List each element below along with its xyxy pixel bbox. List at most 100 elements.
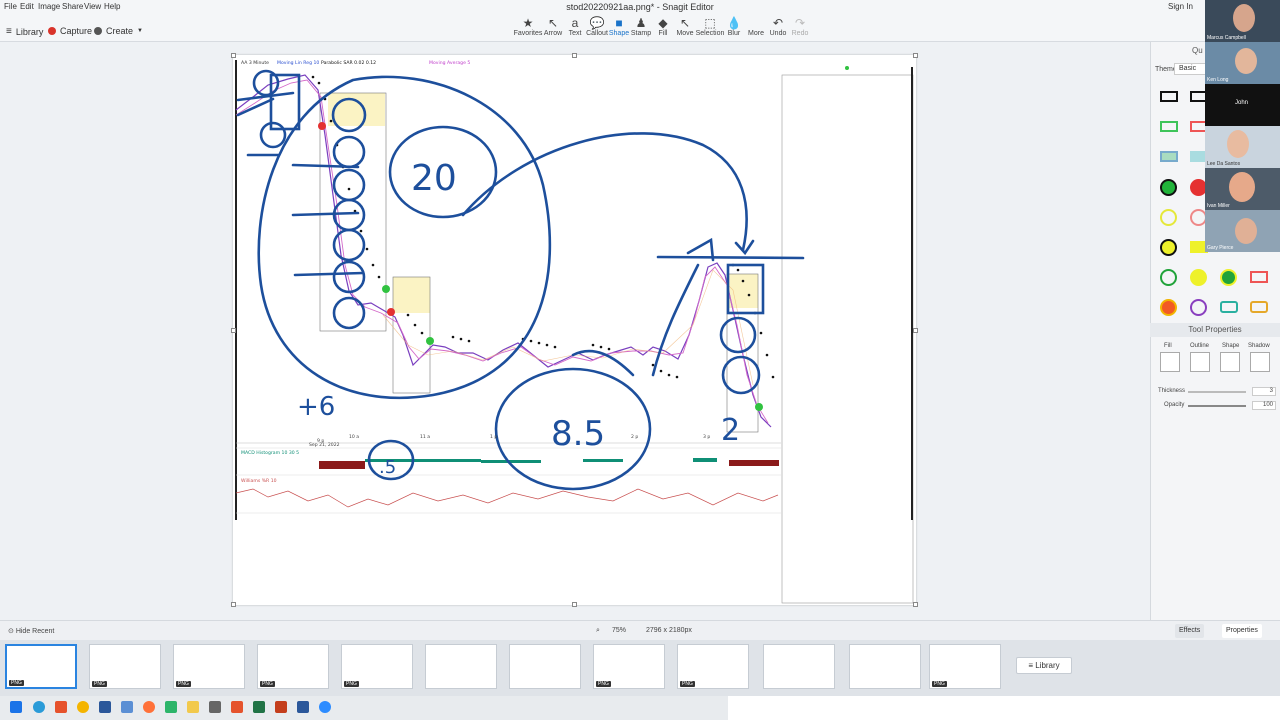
png-badge: PNG [680, 681, 695, 687]
style-swatch[interactable] [1160, 299, 1177, 316]
time-tick: 1 p [490, 434, 497, 440]
thumbnail[interactable]: PNG [89, 644, 161, 689]
style-swatch[interactable] [1220, 301, 1238, 313]
thumbnail[interactable] [849, 644, 921, 689]
video-tile[interactable]: Ken Long [1205, 42, 1280, 84]
resize-handle[interactable] [913, 328, 918, 333]
zoom-app-icon[interactable] [319, 701, 331, 713]
chrome-icon[interactable] [77, 701, 89, 713]
png-badge: PNG [176, 681, 191, 687]
tool-properties-label: Tool Properties [1188, 325, 1242, 334]
hide-recent-button[interactable]: ⊙ Hide Recent [8, 627, 54, 635]
video-tile[interactable]: John [1205, 84, 1280, 126]
zoom-select[interactable]: 75% [612, 627, 626, 634]
quick-styles-header: Qu [1192, 46, 1203, 55]
legend-item: Moving Average 5 [429, 60, 470, 66]
annotation-8-5: 8.5 [551, 414, 605, 454]
resize-handle[interactable] [913, 53, 918, 58]
calculator-icon[interactable] [121, 701, 133, 713]
png-badge: PNG [596, 681, 611, 687]
style-swatch[interactable] [1160, 239, 1177, 256]
thumbnail[interactable] [425, 644, 497, 689]
tool-redo[interactable]: ↷ Redo [785, 16, 815, 37]
snagit-icon[interactable] [231, 701, 243, 713]
shape-dropdown[interactable] [1220, 352, 1240, 372]
style-swatch[interactable] [1160, 269, 1177, 286]
tray-library-label: Library [1035, 661, 1060, 670]
participant-name: Ken Long [1207, 77, 1229, 83]
editor-canvas[interactable]: 20 +6 8.5 2 .5 AA 3 Minute Moving Lin Re… [0, 42, 1150, 620]
properties-button[interactable]: Properties [1222, 624, 1262, 638]
dimensions-select[interactable]: 2796 x 2180px [646, 627, 692, 634]
resize-handle[interactable] [572, 53, 577, 58]
png-badge: PNG [344, 681, 359, 687]
annotation-2: 2 [721, 413, 740, 448]
legend-item: AA 3 Minute [241, 60, 269, 66]
opacity-slider[interactable] [1188, 405, 1246, 407]
opacity-input[interactable]: 100 [1252, 401, 1276, 410]
video-tile[interactable]: Gary Pierce [1205, 210, 1280, 252]
outline-dropdown[interactable] [1190, 352, 1210, 372]
avatar [1233, 4, 1255, 32]
app-icon[interactable] [209, 701, 221, 713]
file-explorer-icon[interactable] [187, 701, 199, 713]
shape-label: Shape [1222, 343, 1240, 349]
resize-handle[interactable] [231, 53, 236, 58]
zoom-icon[interactable]: ⌕ [596, 627, 600, 635]
resize-handle[interactable] [572, 602, 577, 607]
style-swatch[interactable] [1250, 271, 1268, 283]
style-swatch[interactable] [1160, 91, 1178, 102]
thumbnail[interactable]: PNG [341, 644, 413, 689]
firefox-icon[interactable] [143, 701, 155, 713]
effects-button[interactable]: Effects [1175, 624, 1205, 638]
library-button[interactable]: ≡ Library [6, 26, 43, 37]
word-icon[interactable] [297, 701, 309, 713]
style-swatch[interactable] [1160, 121, 1178, 132]
resize-handle[interactable] [231, 328, 236, 333]
image-sheet[interactable]: 20 +6 8.5 2 .5 AA 3 Minute Moving Lin Re… [233, 55, 916, 605]
date-label: Sep 21, 2022 [309, 442, 340, 448]
video-tile[interactable]: Ivan Miller [1205, 168, 1280, 210]
status-bar: ⊙ Hide Recent ⌕ 75% 2796 x 2180px Effect… [0, 620, 1280, 640]
capture-button[interactable]: Capture [48, 26, 92, 36]
style-swatch[interactable] [1250, 301, 1268, 313]
style-swatch[interactable] [1220, 269, 1237, 286]
fill-dropdown[interactable] [1160, 352, 1180, 372]
yellow-box [328, 93, 385, 126]
thumbnail[interactable]: PNG [929, 644, 1001, 689]
shadow-dropdown[interactable] [1250, 352, 1270, 372]
thumbnail[interactable]: PNG [5, 644, 77, 689]
thumbnail[interactable] [509, 644, 581, 689]
thumbnail[interactable]: PNG [593, 644, 665, 689]
create-button[interactable]: Create ▼ [94, 26, 143, 36]
video-tile[interactable]: Lee Da Santos [1205, 126, 1280, 168]
sign-in-link[interactable]: Sign In [1168, 2, 1193, 11]
thumbnail[interactable]: PNG [173, 644, 245, 689]
resize-handle[interactable] [913, 602, 918, 607]
excel-icon[interactable] [253, 701, 265, 713]
word-icon[interactable] [99, 701, 111, 713]
style-swatch[interactable] [1160, 209, 1177, 226]
thickness-input[interactable]: 3 [1252, 387, 1276, 396]
annotation-20: 20 [411, 158, 457, 199]
brave-icon[interactable] [55, 701, 67, 713]
legend-item: Parabolic SAR 0.02 0.12 [321, 60, 376, 66]
secondary-window [728, 696, 1280, 720]
style-swatch[interactable] [1190, 269, 1207, 286]
tray-library-button[interactable]: ≡ Library [1016, 657, 1072, 674]
style-swatch[interactable] [1190, 299, 1207, 316]
windows-start-icon[interactable] [10, 701, 22, 713]
resize-handle[interactable] [231, 602, 236, 607]
thumbnail[interactable]: PNG [677, 644, 749, 689]
edge-icon[interactable] [33, 701, 45, 713]
thickness-slider[interactable] [1188, 391, 1246, 393]
style-swatch[interactable] [1160, 179, 1177, 196]
thumbnail[interactable]: PNG [257, 644, 329, 689]
powerpoint-icon[interactable] [275, 701, 287, 713]
style-swatch[interactable] [1160, 151, 1178, 162]
chart-app-icon[interactable] [165, 701, 177, 713]
video-tile[interactable]: Marcus Campbell [1205, 0, 1280, 42]
thumbnail[interactable] [763, 644, 835, 689]
time-tick: 11 a [420, 434, 430, 440]
library-label: Library [15, 26, 44, 37]
